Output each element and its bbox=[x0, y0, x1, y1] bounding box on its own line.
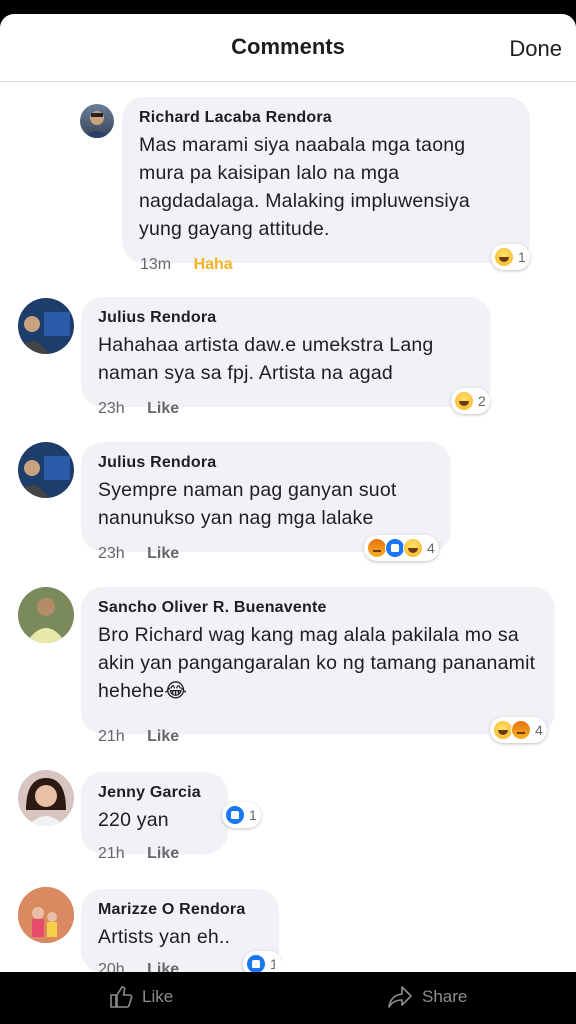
reaction-summary[interactable]: 2 bbox=[451, 388, 490, 414]
avatar[interactable] bbox=[18, 298, 74, 354]
like-button[interactable]: Like bbox=[147, 845, 179, 862]
comment-bubble[interactable]: Julius Rendora Hahahaa artista daw.e ume… bbox=[81, 297, 491, 407]
comment-meta: 13m Haha bbox=[140, 256, 233, 274]
avatar[interactable] bbox=[18, 442, 74, 498]
like-icon bbox=[225, 805, 245, 825]
comment-author[interactable]: Sancho Oliver R. Buenavente bbox=[98, 599, 537, 617]
comment-text: Hahahaa artista daw.e umekstra Lang nama… bbox=[98, 334, 434, 384]
comment-author[interactable]: Richard Lacaba Rendora bbox=[139, 109, 512, 127]
comment-text: Bro Richard wag kang mag alala pakilala … bbox=[98, 624, 536, 702]
haha-icon bbox=[403, 538, 423, 558]
comment-time: 20h bbox=[98, 961, 125, 972]
angry-icon bbox=[367, 538, 387, 558]
share-button[interactable]: Share bbox=[386, 984, 467, 1010]
comment-author[interactable]: Marizze O Rendora bbox=[98, 901, 261, 919]
reaction-count: 2 bbox=[478, 393, 486, 409]
post-like-label: Like bbox=[142, 987, 174, 1006]
like-icon bbox=[385, 538, 405, 558]
reaction-count: 4 bbox=[535, 722, 543, 738]
comment-meta: 23h Like bbox=[98, 545, 179, 563]
comment-meta: 23h Like bbox=[98, 400, 179, 418]
reaction-count: 4 bbox=[427, 540, 435, 556]
like-button[interactable]: Like bbox=[147, 400, 179, 417]
like-button[interactable]: Like bbox=[147, 961, 179, 972]
comment-time: 23h bbox=[98, 545, 125, 562]
reaction-summary[interactable]: 4 bbox=[364, 535, 439, 561]
reaction-summary[interactable]: 4 bbox=[490, 717, 547, 743]
comment-author[interactable]: Julius Rendora bbox=[98, 309, 473, 327]
like-button[interactable]: Like bbox=[147, 545, 179, 562]
comments-header: Comments Done bbox=[0, 14, 576, 82]
comment-time: 23h bbox=[98, 400, 125, 417]
comment-time: 21h bbox=[98, 845, 125, 862]
comment-author[interactable]: Julius Rendora bbox=[98, 454, 433, 472]
thumbs-up-icon bbox=[110, 986, 133, 1008]
reaction-summary[interactable]: 1 bbox=[222, 802, 261, 828]
comment-meta: 20h Like bbox=[98, 961, 179, 972]
share-arrow-icon bbox=[388, 986, 412, 1008]
done-button[interactable]: Done bbox=[509, 36, 562, 62]
comment-text: Artists yan eh.. bbox=[98, 926, 231, 948]
haha-icon bbox=[494, 247, 514, 267]
like-icon bbox=[246, 954, 266, 972]
comment-time: 13m bbox=[140, 256, 172, 273]
share-label: Share bbox=[422, 987, 468, 1006]
reaction-action-button[interactable]: Haha bbox=[194, 256, 233, 273]
like-button[interactable]: Like bbox=[147, 728, 179, 745]
avatar[interactable] bbox=[18, 770, 74, 826]
avatar[interactable] bbox=[80, 104, 114, 138]
haha-icon bbox=[454, 391, 474, 411]
comment-meta: 21h Like bbox=[98, 845, 179, 863]
haha-icon bbox=[493, 720, 513, 740]
angry-icon bbox=[511, 720, 531, 740]
post-like-button[interactable]: Like bbox=[108, 984, 173, 1010]
comment-text: Syempre naman pag ganyan suot nanunukso … bbox=[98, 479, 397, 529]
comments-sheet: Comments Done Richard Lacaba Rendora Mas… bbox=[0, 14, 576, 972]
comment-bubble[interactable]: Jenny Garcia 220 yan bbox=[81, 772, 228, 854]
page-title: Comments bbox=[231, 34, 345, 59]
comment-bubble[interactable]: Sancho Oliver R. Buenavente Bro Richard … bbox=[81, 587, 555, 734]
reaction-summary[interactable]: 1 bbox=[491, 244, 530, 270]
comment-author[interactable]: Jenny Garcia bbox=[98, 784, 210, 802]
comment-text: 220 yan bbox=[98, 809, 169, 831]
comment-text: Mas marami siya naabala mga taong mura p… bbox=[139, 134, 470, 240]
comment-meta: 21h Like bbox=[98, 728, 179, 746]
comment-bubble[interactable]: Richard Lacaba Rendora Mas marami siya n… bbox=[122, 97, 530, 263]
reaction-count: 1 bbox=[249, 807, 257, 823]
bottom-action-bar: Like Share bbox=[0, 972, 576, 1024]
comment-time: 21h bbox=[98, 728, 125, 745]
avatar[interactable] bbox=[18, 887, 74, 943]
reaction-count: 1 bbox=[518, 249, 526, 265]
avatar[interactable] bbox=[18, 587, 74, 643]
